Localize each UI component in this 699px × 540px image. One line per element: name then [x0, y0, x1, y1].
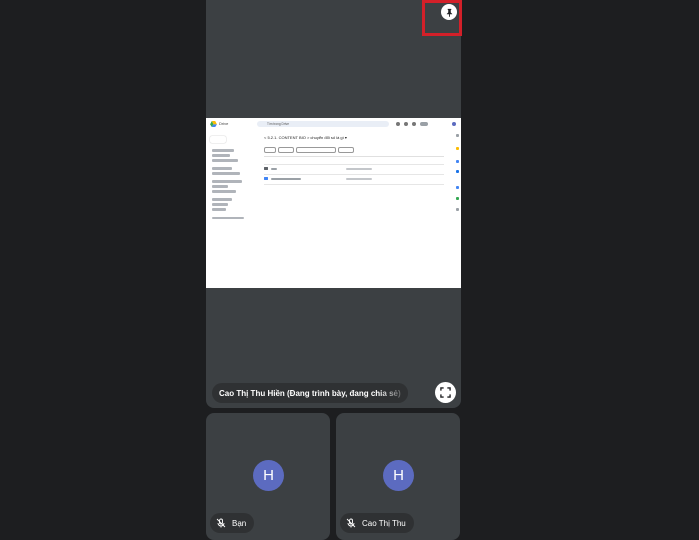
rail-icon	[456, 134, 459, 137]
rail-icon	[456, 170, 459, 173]
rail-icon	[456, 208, 459, 211]
participant-name: Cao Thị Thu	[362, 518, 406, 528]
drive-search-text: Tìm trong Drive	[267, 121, 289, 126]
drive-logo-icon	[210, 121, 217, 127]
presenter-name-text: Cao Thị Thu Hiền (Đang trình bày, đang c…	[219, 388, 401, 398]
sidebar-item	[212, 203, 228, 206]
participant-name-label: Bạn	[210, 513, 255, 533]
account-chip	[420, 122, 428, 126]
drive-breadcrumb: < 5.2.1. CONTENT BIO > chuyển đổi số là …	[264, 135, 347, 140]
pin-highlight-box	[422, 0, 462, 36]
sidebar-item	[212, 180, 242, 183]
drive-app-name: Drive	[219, 121, 229, 126]
sidebar-item	[212, 154, 230, 157]
presentation-tile[interactable]: Drive Tìm trong Drive < 5.2.1. CONTENT B…	[206, 0, 461, 408]
file-row-divider	[264, 174, 444, 175]
sidebar-item	[212, 172, 240, 175]
file-list-header	[264, 156, 444, 157]
file-row-meta	[346, 178, 372, 180]
participant-name: Bạn	[232, 518, 247, 528]
sidebar-item	[212, 159, 238, 162]
drive-right-rail	[455, 130, 461, 288]
shared-screen: Drive Tìm trong Drive < 5.2.1. CONTENT B…	[206, 118, 461, 288]
avatar: H	[383, 460, 414, 491]
drive-search-bar: Tìm trong Drive	[257, 121, 389, 127]
pin-button[interactable]	[441, 4, 457, 20]
file-row-divider	[264, 164, 444, 165]
file-row-meta	[346, 168, 372, 170]
filter-chip	[338, 147, 354, 153]
presenter-name-label: Cao Thị Thu Hiền (Đang trình bày, đang c…	[212, 383, 408, 403]
apps-icon	[412, 122, 416, 126]
drive-topbar: Drive Tìm trong Drive	[206, 118, 461, 130]
participant-tile-cao-thi-thu[interactable]: H Cao Thị Thu	[336, 413, 460, 540]
file-row-divider	[264, 184, 444, 185]
storage-meter	[212, 217, 244, 219]
fullscreen-button[interactable]	[435, 382, 456, 403]
file-row-name	[271, 168, 277, 170]
sidebar-item	[212, 185, 228, 188]
participant-tile-you[interactable]: H Bạn	[206, 413, 330, 540]
help-icon	[396, 122, 400, 126]
drive-new-button	[210, 136, 226, 143]
rail-icon	[456, 197, 459, 200]
participant-name-label: Cao Thị Thu	[340, 513, 414, 533]
drive-sidebar	[206, 132, 254, 288]
label-fade	[378, 383, 408, 403]
mic-off-icon	[216, 518, 227, 529]
rail-icon	[456, 160, 459, 163]
sidebar-item	[212, 167, 232, 170]
account-avatar	[452, 122, 456, 126]
settings-icon	[404, 122, 408, 126]
drive-file-pane: < 5.2.1. CONTENT BIO > chuyển đổi số là …	[257, 130, 455, 288]
mic-off-icon	[346, 518, 357, 529]
filter-chip	[278, 147, 294, 153]
sidebar-item	[212, 198, 232, 201]
filter-chip	[264, 147, 276, 153]
avatar: H	[253, 460, 284, 491]
file-row-name	[271, 178, 301, 180]
sidebar-item	[212, 149, 234, 152]
doc-icon	[264, 177, 268, 180]
fullscreen-icon	[440, 387, 451, 398]
pin-icon	[446, 8, 452, 17]
filter-chip	[296, 147, 336, 153]
rail-icon	[456, 186, 459, 189]
sidebar-item	[212, 190, 236, 193]
sidebar-item	[212, 208, 226, 211]
rail-icon	[456, 147, 459, 150]
folder-icon	[264, 167, 268, 170]
